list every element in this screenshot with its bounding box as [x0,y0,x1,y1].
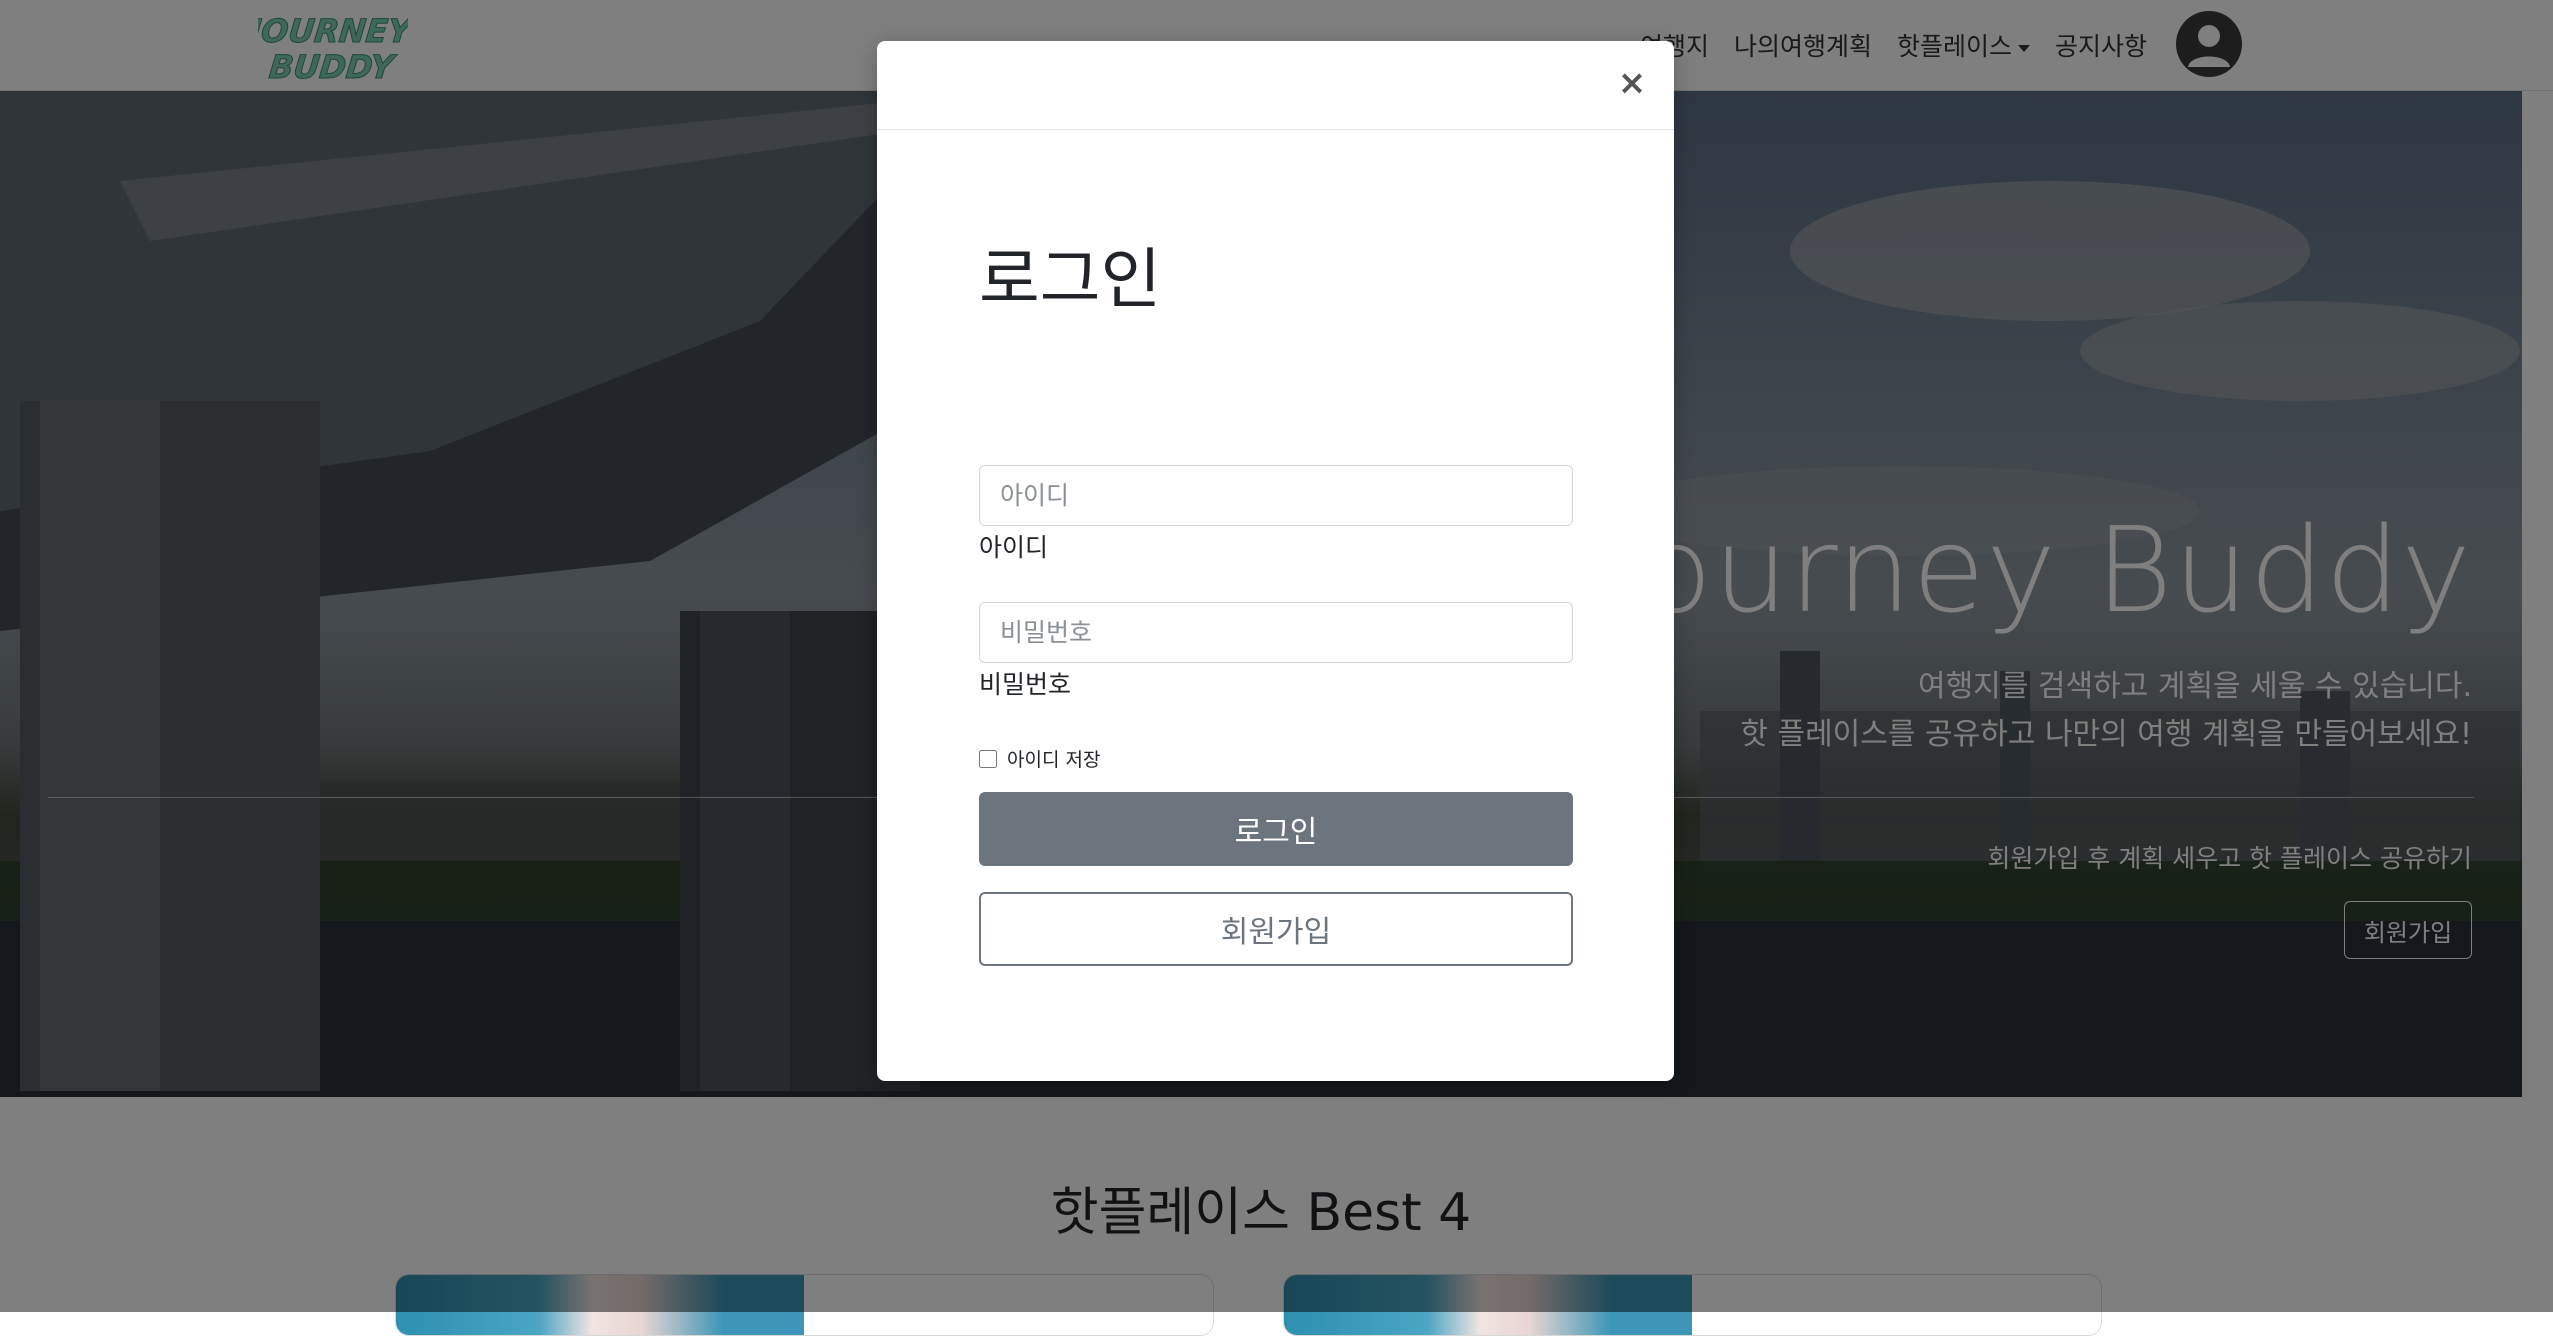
modal-header: × [877,41,1674,130]
id-label: 아이디 [979,533,1049,562]
password-label: 비밀번호 [979,670,1072,699]
login-heading: 로그인 [979,241,1162,318]
password-input[interactable] [979,602,1573,663]
login-modal: × 로그인 아이디 비밀번호 아이디 저장 로그인 회원가입 [877,41,1674,1081]
remember-id[interactable]: 아이디 저장 [979,745,1100,772]
signup-button[interactable]: 회원가입 [979,892,1573,966]
remember-id-label: 아이디 저장 [1007,749,1101,771]
remember-id-checkbox[interactable] [979,749,997,768]
id-input[interactable] [979,465,1573,526]
close-icon[interactable]: × [1612,63,1652,103]
login-button[interactable]: 로그인 [979,792,1573,866]
